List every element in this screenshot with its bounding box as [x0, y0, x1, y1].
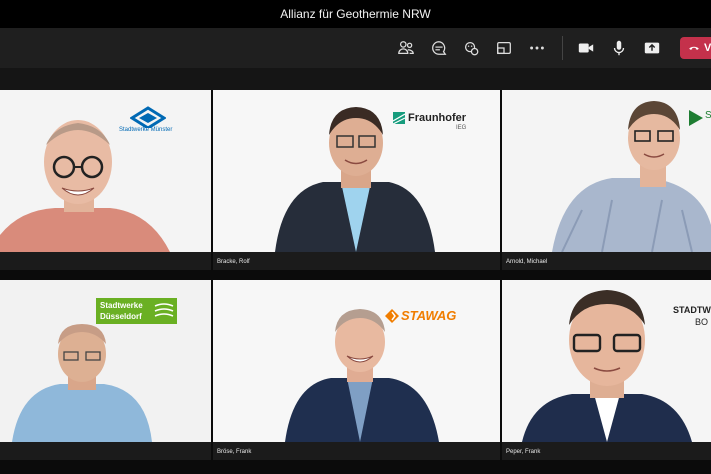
stadtwerke-muenster-logo-icon: [130, 106, 166, 128]
video-tile[interactable]: Stadtwerke Münster: [0, 90, 211, 270]
mic-button[interactable]: [607, 36, 631, 60]
stawag-logo-icon: [385, 309, 399, 323]
tile-name-bar: [213, 252, 500, 270]
leave-label: V: [704, 42, 711, 54]
participant-name: Bracke, Rolf: [217, 259, 250, 265]
chat-button[interactable]: [427, 36, 451, 60]
video-tile[interactable]: Stadtwerke Düsseldorf: [0, 280, 211, 460]
logo-text: S: [705, 110, 711, 121]
participant-video: [502, 90, 711, 252]
logo-subtext: IEG: [456, 125, 467, 131]
video-tile[interactable]: S Arnold, Michael: [502, 90, 711, 270]
people-button[interactable]: [394, 36, 418, 60]
participant-video: [0, 90, 211, 252]
title-bar: Allianz für Geothermie NRW: [0, 0, 711, 28]
share-icon: [644, 42, 660, 54]
camera-button[interactable]: [574, 36, 598, 60]
phone-hangup-icon: [689, 46, 699, 50]
camera-icon: [578, 43, 594, 53]
tile-name-bar: [0, 252, 211, 270]
gallery-header-strip: [0, 68, 711, 90]
fraunhofer-logo-icon: [393, 112, 405, 124]
more-button[interactable]: [525, 36, 549, 60]
leave-button[interactable]: V: [680, 37, 711, 59]
mic-icon: [613, 40, 625, 56]
participant-name: Bröse, Frank: [217, 449, 252, 455]
people-icon: [398, 41, 414, 55]
tile-name-bar: [213, 442, 500, 460]
stadtwerke-logo-icon: [689, 110, 703, 126]
video-tile[interactable]: Fraunhofer IEG Bracke, Rolf: [213, 90, 500, 270]
toolbar-divider: [562, 36, 563, 60]
logo-text-line2: BO: [695, 317, 709, 327]
rooms-button[interactable]: [492, 36, 516, 60]
rooms-icon: [497, 41, 511, 55]
meeting-toolbar: V: [0, 28, 711, 68]
logo-text: Fraunhofer: [408, 112, 467, 124]
chat-icon: [432, 41, 447, 55]
logo-text-line2: Düsseldorf: [100, 312, 142, 321]
reactions-button[interactable]: [459, 36, 483, 60]
logo-text-line1: STADTW: [673, 305, 711, 315]
participant-video: [213, 280, 500, 442]
more-icon: [530, 46, 544, 50]
logo-text: Stadtwerke Münster: [119, 127, 173, 133]
share-button[interactable]: [640, 36, 664, 60]
window-title: Allianz für Geothermie NRW: [280, 7, 431, 21]
logo-text: STAWAG: [401, 308, 457, 323]
participant-name: Arnold, Michael: [506, 259, 548, 265]
logo-text-line1: Stadtwerke: [100, 301, 143, 310]
participant-name: Peper, Frank: [506, 449, 541, 455]
video-tile[interactable]: STADTW BO Peper, Frank: [502, 280, 711, 460]
video-tile[interactable]: STAWAG Bröse, Frank: [213, 280, 500, 460]
waves-icon: [154, 303, 174, 317]
tile-name-bar: [0, 442, 211, 460]
reactions-icon: [464, 41, 479, 56]
